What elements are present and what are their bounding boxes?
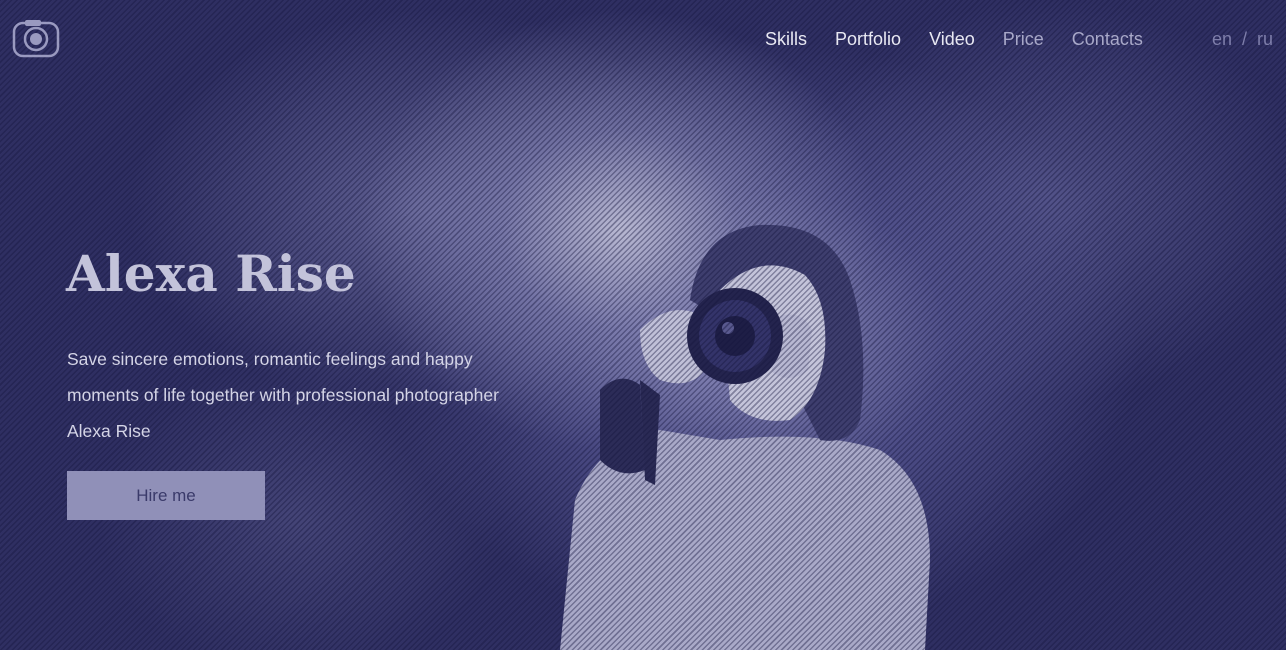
nav-link-portfolio[interactable]: Portfolio	[835, 28, 901, 50]
hero-background-photo	[560, 224, 930, 650]
nav-link-contacts[interactable]: Contacts	[1072, 28, 1143, 50]
hero-title: Alexa Rise	[66, 244, 356, 303]
nav-link-price[interactable]: Price	[1003, 28, 1044, 50]
nav-link-skills[interactable]: Skills	[765, 28, 807, 50]
language-switcher: en / ru	[1212, 28, 1273, 50]
nav-link-video[interactable]: Video	[929, 28, 975, 50]
lang-en[interactable]: en	[1212, 28, 1232, 50]
hire-me-button[interactable]: Hire me	[67, 471, 265, 520]
hero-section: Skills Portfolio Video Price Contacts en…	[0, 0, 1286, 650]
main-nav: Skills Portfolio Video Price Contacts	[765, 28, 1171, 50]
lang-separator: /	[1241, 29, 1247, 49]
lang-ru[interactable]: ru	[1257, 28, 1273, 50]
hero-description: Save sincere emotions, romantic feelings…	[67, 349, 499, 441]
camera-icon[interactable]	[12, 18, 60, 58]
